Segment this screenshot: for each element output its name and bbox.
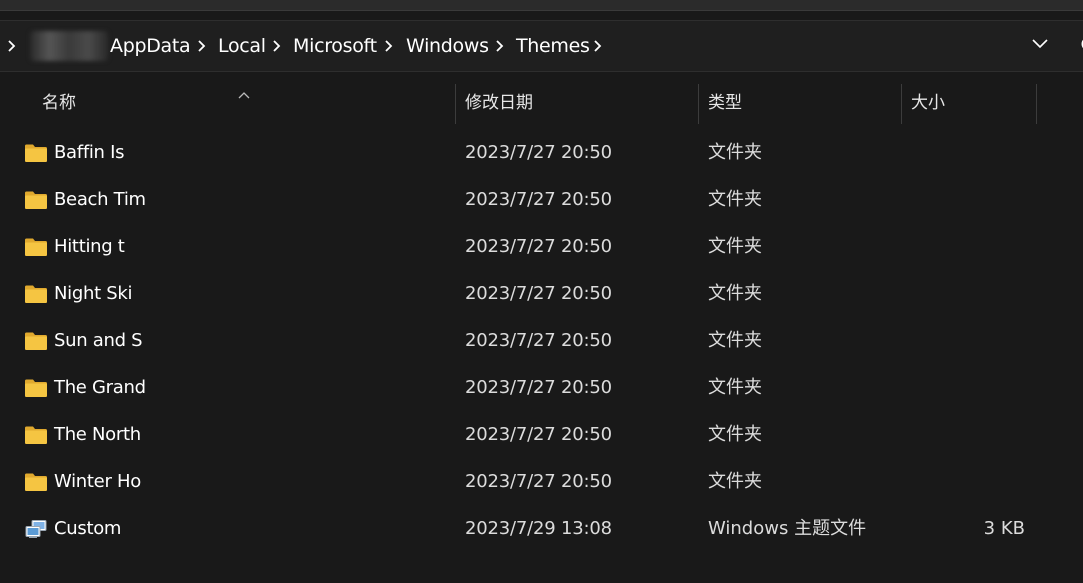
column-header-size[interactable]: 大小 [911,91,945,115]
file-type: 文件夹 [708,471,762,492]
folder-icon [24,143,48,163]
file-name: Winter Ho [54,471,141,492]
column-header-row: 名称 修改日期 类型 大小 [0,80,1083,126]
file-modified-date: 2023/7/27 20:50 [465,471,612,492]
chevron-right-icon[interactable] [196,36,208,56]
file-type: 文件夹 [708,377,762,398]
folder-icon [24,237,48,257]
folder-icon [24,331,48,351]
file-name: Hitting t [54,236,125,257]
file-modified-date: 2023/7/27 20:50 [465,142,612,163]
file-row[interactable]: The Grand 2023/7/27 20:50 文件夹 [0,365,1083,412]
file-name: The Grand [54,377,146,398]
file-explorer-window: AppData Local Microsoft Windows Themes 名… [0,0,1083,583]
file-modified-date: 2023/7/27 20:50 [465,189,612,210]
file-name: Sun and S [54,330,143,351]
file-row[interactable]: Winter Ho 2023/7/27 20:50 文件夹 [0,459,1083,506]
file-type: 文件夹 [708,142,762,163]
breadcrumb-microsoft[interactable]: Microsoft [293,34,377,58]
file-type: 文件夹 [708,189,762,210]
chevron-right-icon[interactable] [271,36,283,56]
address-history-dropdown-chevron-down-icon[interactable] [1030,36,1050,50]
file-name: Night Ski [54,283,133,304]
breadcrumb-user-redacted[interactable] [30,31,108,61]
breadcrumb-local[interactable]: Local [218,34,266,58]
file-modified-date: 2023/7/29 13:08 [465,518,612,539]
column-header-date[interactable]: 修改日期 [465,91,533,115]
file-name: The North [54,424,141,445]
file-row[interactable]: Custom 2023/7/29 13:08 Windows 主题文件 3 KB [0,506,1083,553]
file-row[interactable]: Hitting t 2023/7/27 20:50 文件夹 [0,224,1083,271]
column-divider[interactable] [455,84,456,124]
chevron-right-icon[interactable] [592,36,604,56]
breadcrumb-windows[interactable]: Windows [406,34,489,58]
divider [0,10,1083,11]
column-header-type[interactable]: 类型 [708,91,742,115]
chevron-right-icon[interactable] [6,36,18,56]
folder-icon [24,472,48,492]
column-header-name[interactable]: 名称 [42,91,76,115]
file-modified-date: 2023/7/27 20:50 [465,330,612,351]
breadcrumb-themes[interactable]: Themes [516,34,590,58]
folder-icon [24,284,48,304]
file-type: 文件夹 [708,424,762,445]
file-list: Baffin Is 2023/7/27 20:50 文件夹 Beach Tim … [0,130,1083,553]
file-row[interactable]: The North 2023/7/27 20:50 文件夹 [0,412,1083,459]
breadcrumb-appdata[interactable]: AppData [110,34,191,58]
file-row[interactable]: Sun and S 2023/7/27 20:50 文件夹 [0,318,1083,365]
file-modified-date: 2023/7/27 20:50 [465,424,612,445]
sort-ascending-caret-icon [238,84,250,99]
file-name: Baffin Is [54,142,125,163]
chevron-right-icon[interactable] [494,36,506,56]
file-row[interactable]: Baffin Is 2023/7/27 20:50 文件夹 [0,130,1083,177]
file-type: 文件夹 [708,236,762,257]
chevron-right-icon[interactable] [383,36,395,56]
file-modified-date: 2023/7/27 20:50 [465,236,612,257]
file-type: Windows 主题文件 [708,518,867,539]
theme-file-icon [24,519,48,539]
file-name: Beach Tim [54,189,146,210]
refresh-icon[interactable] [1076,36,1083,52]
file-type: 文件夹 [708,330,762,351]
file-size: 3 KB [983,518,1025,539]
file-modified-date: 2023/7/27 20:50 [465,283,612,304]
window-top-strip [0,0,1083,10]
folder-icon [24,425,48,445]
folder-icon [24,190,48,210]
file-row[interactable]: Night Ski 2023/7/27 20:50 文件夹 [0,271,1083,318]
address-bar[interactable]: AppData Local Microsoft Windows Themes [0,20,1083,72]
file-modified-date: 2023/7/27 20:50 [465,377,612,398]
column-divider[interactable] [1036,84,1037,124]
file-type: 文件夹 [708,283,762,304]
file-row[interactable]: Beach Tim 2023/7/27 20:50 文件夹 [0,177,1083,224]
file-name: Custom [54,518,122,539]
column-divider[interactable] [698,84,699,124]
column-divider[interactable] [901,84,902,124]
folder-icon [24,378,48,398]
